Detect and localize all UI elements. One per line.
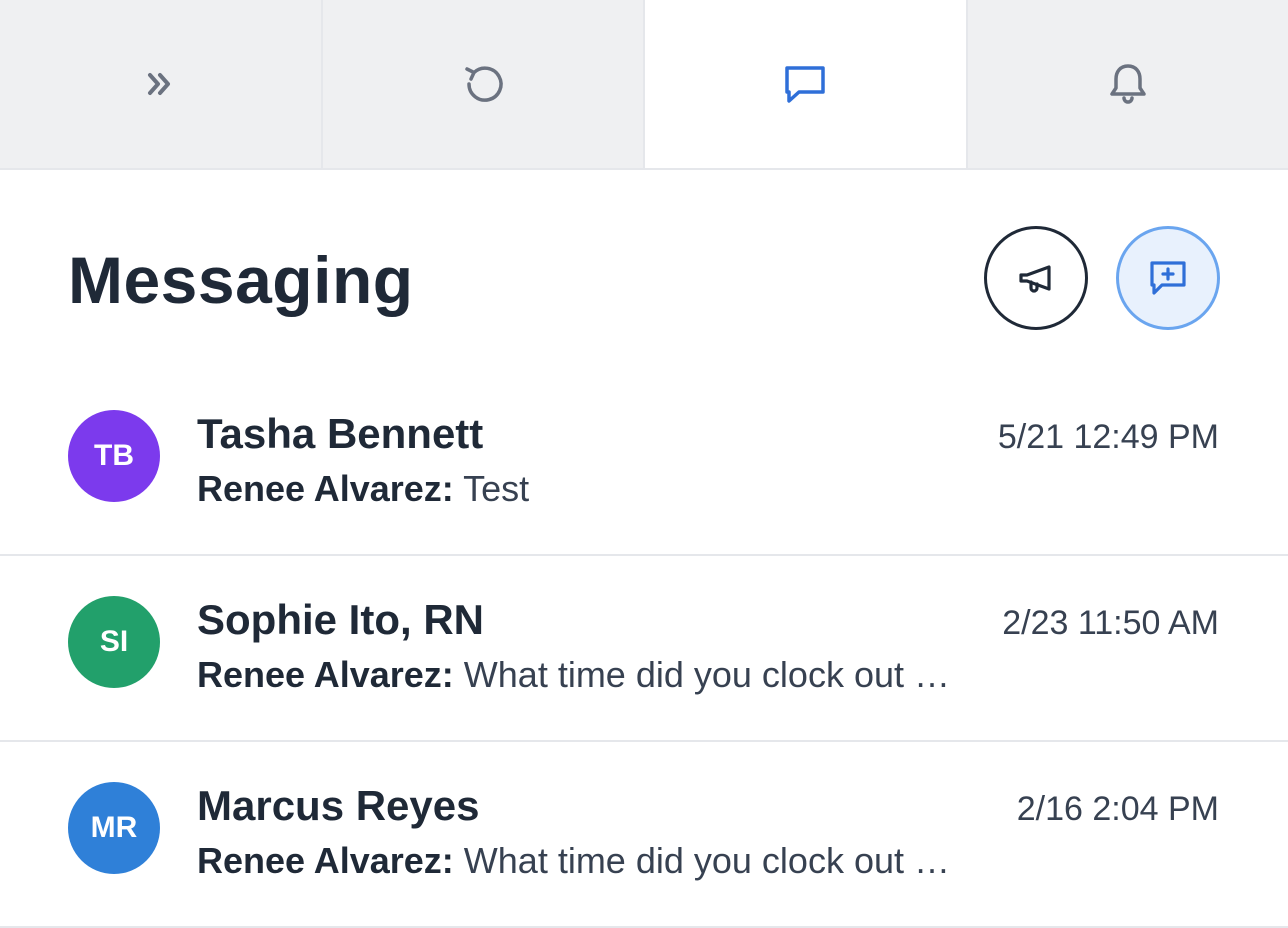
preview-text: What time did you clock out … — [463, 840, 950, 881]
conversation-name: Tasha Bennett — [197, 410, 484, 457]
preview-sender: Renee Alvarez: — [197, 468, 454, 509]
top-tab-bar — [0, 0, 1288, 170]
preview-sender: Renee Alvarez: — [197, 840, 454, 881]
message-icon — [785, 66, 825, 103]
conversation-row[interactable]: TB Tasha Bennett 5/21 12:49 PM Renee Alv… — [0, 370, 1288, 556]
bell-icon — [1110, 64, 1146, 104]
avatar: MR — [68, 782, 160, 874]
tab-notifications[interactable] — [967, 0, 1288, 168]
tab-collapse[interactable] — [0, 0, 323, 168]
conversation-row[interactable]: SI Sophie Ito, RN 2/23 11:50 AM Renee Al… — [0, 556, 1288, 742]
conversation-name: Sophie Ito, RN — [197, 596, 484, 643]
megaphone-icon — [1019, 265, 1051, 293]
message-preview: Renee Alvarez: Test — [197, 468, 529, 510]
conversation-name: Marcus Reyes — [197, 782, 480, 829]
page-title: Messaging — [68, 243, 414, 317]
preview-text: Test — [463, 468, 530, 509]
conversation-time: 5/21 12:49 PM — [997, 418, 1219, 456]
conversation-time: 2/23 11:50 AM — [1002, 604, 1219, 642]
history-icon — [465, 66, 503, 102]
message-preview: Renee Alvarez: What time did you clock o… — [197, 840, 950, 882]
message-preview: Renee Alvarez: What time did you clock o… — [197, 654, 950, 696]
conversation-list: TB Tasha Bennett 5/21 12:49 PM Renee Alv… — [0, 370, 1288, 928]
avatar: SI — [68, 596, 160, 688]
new-message-button[interactable] — [1116, 226, 1220, 330]
message-plus-icon — [1150, 261, 1186, 295]
tab-history[interactable] — [322, 0, 645, 168]
announcement-button[interactable] — [984, 226, 1088, 330]
preview-text: What time did you clock out … — [463, 654, 950, 695]
messaging-header: Messaging — [0, 170, 1288, 385]
avatar: TB — [68, 410, 160, 502]
conversation-time: 2/16 2:04 PM — [1016, 790, 1219, 828]
tab-messaging[interactable] — [645, 0, 968, 168]
chevrons-right-icon — [148, 73, 171, 95]
preview-sender: Renee Alvarez: — [197, 654, 454, 695]
conversation-row[interactable]: MR Marcus Reyes 2/16 2:04 PM Renee Alvar… — [0, 742, 1288, 928]
